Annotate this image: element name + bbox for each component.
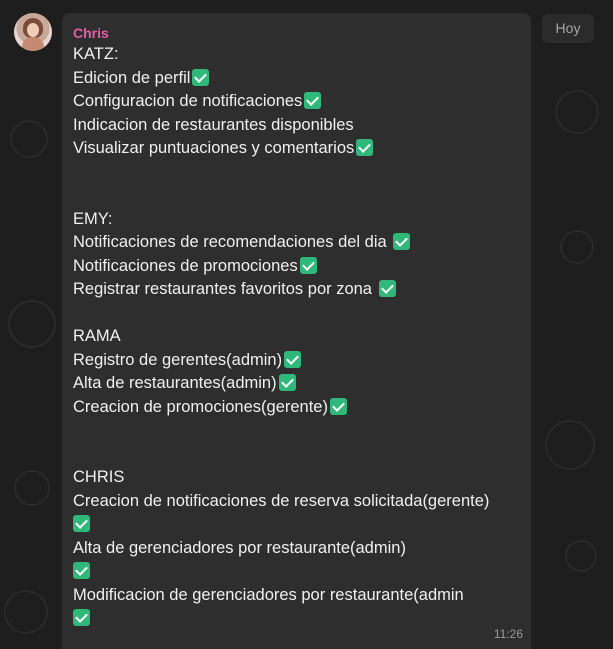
line-text: EMY: [73, 209, 113, 228]
message-line: Modificacion de gerenciadores por restau… [73, 584, 520, 608]
check-mark-icon [73, 515, 90, 532]
sender-avatar[interactable] [14, 13, 52, 51]
message-line: Visualizar puntuaciones y comentarios [73, 137, 520, 161]
empty-line [73, 302, 520, 326]
line-text: Registro de gerentes(admin) [73, 350, 283, 369]
line-text: Alta de gerenciadores por restaurante(ad… [73, 538, 406, 557]
message-line: Edicion de perfil [73, 67, 520, 91]
message-bubble[interactable]: Chris KATZ: Edicion de perfil Configurac… [62, 13, 531, 649]
empty-line [73, 161, 520, 185]
message-line: Registrar restaurantes favoritos por zon… [73, 278, 520, 302]
background-doodle [14, 470, 50, 506]
message-line: Notificaciones de recomendaciones del di… [73, 231, 520, 255]
background-doodle [555, 90, 599, 134]
check-mark-icon [284, 350, 302, 368]
line-text: Registrar restaurantes favoritos por zon… [73, 280, 372, 298]
date-chip: Hoy [542, 14, 594, 43]
message-line [73, 607, 520, 631]
background-doodle [560, 230, 594, 264]
line-text: KATZ: [73, 45, 119, 63]
line-text: Alta de restaurantes(admin) [73, 374, 277, 392]
line-text: Indicacion de restaurantes disponibles [73, 115, 354, 134]
line-text: Creacion de notificaciones de reserva so… [73, 491, 490, 510]
line-text: Edicion de perfil [73, 68, 191, 87]
avatar-face [27, 23, 39, 37]
message-line: Creacion de notificaciones de reserva so… [73, 490, 520, 514]
empty-line [73, 419, 520, 443]
message-line: Alta de gerenciadores por restaurante(ad… [73, 537, 520, 561]
background-doodle [545, 420, 595, 470]
message-line: Indicacion de restaurantes disponibles [73, 114, 520, 138]
message-line: Alta de restaurantes(admin) [73, 372, 520, 396]
line-text: Configuracion de notificaciones [73, 92, 303, 110]
line-text: RAMA [73, 327, 121, 345]
check-mark-icon [378, 280, 396, 297]
check-mark-icon [304, 92, 322, 109]
message-line: Notificaciones de promociones [73, 255, 520, 279]
check-mark-icon [73, 609, 90, 626]
message-line: RAMA [73, 325, 520, 349]
message-line: KATZ: [73, 43, 520, 67]
sender-name[interactable]: Chris [73, 24, 520, 43]
background-doodle [565, 540, 597, 572]
check-mark-icon [278, 374, 296, 391]
background-doodle [4, 590, 48, 634]
message-line: Registro de gerentes(admin) [73, 349, 520, 373]
message-line: EMY: [73, 208, 520, 232]
empty-line [73, 443, 520, 467]
line-text: CHRIS [73, 468, 125, 486]
check-mark-icon [329, 397, 347, 415]
message-line [73, 513, 520, 537]
check-mark-icon [73, 562, 90, 579]
message-line [73, 560, 520, 584]
avatar-body [22, 37, 44, 51]
message-timestamp: 11:26 [493, 627, 523, 641]
message-line: Creacion de promociones(gerente) [73, 396, 520, 420]
background-doodle [10, 120, 48, 158]
check-mark-icon [299, 256, 317, 274]
empty-line [73, 184, 520, 208]
message-line: CHRIS [73, 466, 520, 490]
background-doodle [8, 300, 56, 348]
line-text: Creacion de promociones(gerente) [73, 397, 328, 416]
line-text: Visualizar puntuaciones y comentarios [73, 139, 355, 157]
line-text: Notificaciones de recomendaciones del di… [73, 233, 387, 251]
line-text: Notificaciones de promociones [73, 256, 298, 275]
line-text: Modificacion de gerenciadores por restau… [73, 585, 464, 604]
check-mark-icon [393, 233, 411, 250]
check-mark-icon [192, 68, 210, 86]
message-line: Configuracion de notificaciones [73, 90, 520, 114]
check-mark-icon [356, 139, 374, 156]
